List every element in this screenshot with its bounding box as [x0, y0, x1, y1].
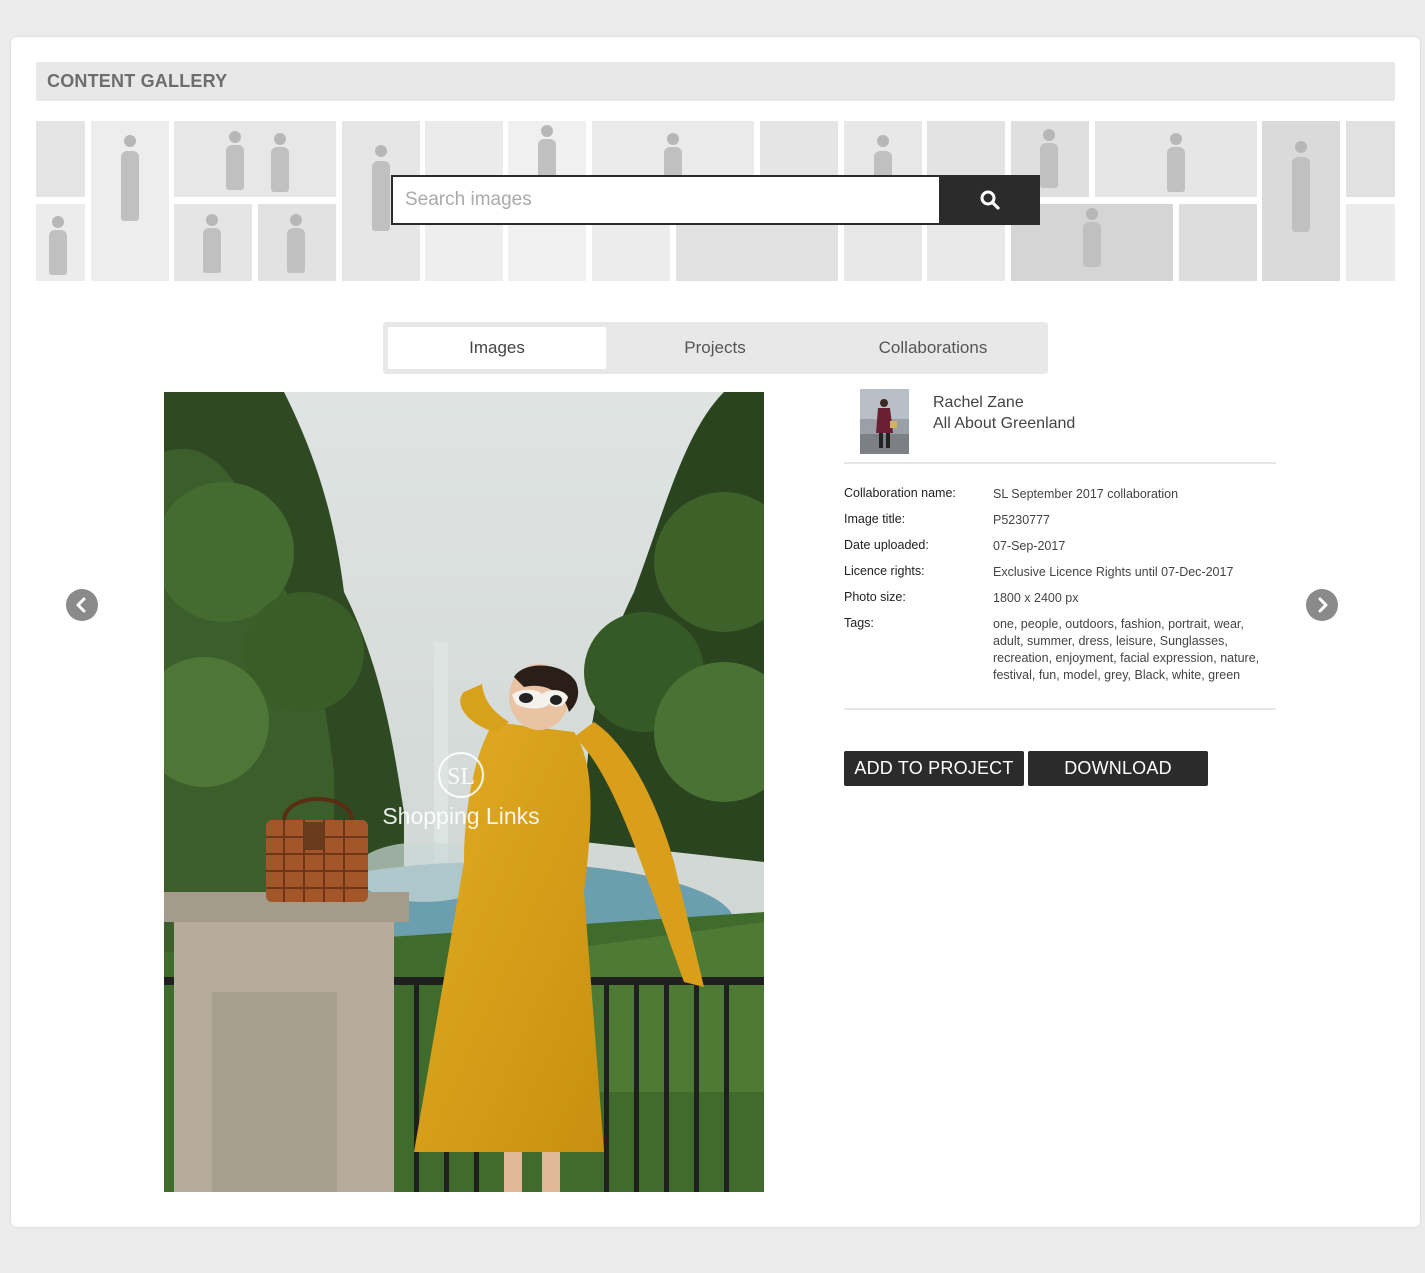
previous-image-button[interactable] [66, 589, 98, 621]
detail-value: SL September 2017 collaboration [993, 487, 1179, 501]
tab-collaborations[interactable]: Collaborations [824, 327, 1042, 369]
search-bar [391, 175, 1040, 225]
detail-row: Collaboration name: SL September 2017 co… [844, 486, 1276, 503]
chevron-left-icon [76, 597, 86, 613]
detail-row: Photo size: 1800 x 2400 px [844, 590, 1276, 607]
selected-photo[interactable]: SL Shopping Links [164, 392, 764, 1192]
author-info: Rachel Zane All About Greenland [933, 392, 1075, 434]
tab-images[interactable]: Images [388, 327, 606, 369]
detail-row: Tags: one, people, outdoors, fashion, po… [844, 616, 1276, 684]
chevron-right-icon [1318, 597, 1328, 613]
author-avatar[interactable] [860, 389, 909, 454]
detail-label: Collaboration name: [844, 486, 956, 500]
content-tabs: Images Projects Collaborations [383, 322, 1048, 374]
tab-projects[interactable]: Projects [606, 327, 824, 369]
detail-row: Image title: P5230777 [844, 512, 1276, 529]
detail-value-tags: one, people, outdoors, fashion, portrait… [993, 617, 1260, 682]
page-title: CONTENT GALLERY [47, 71, 228, 91]
search-input[interactable] [403, 188, 939, 212]
detail-value: 07-Sep-2017 [993, 539, 1066, 553]
detail-label: Tags: [844, 616, 874, 630]
gallery-header: CONTENT GALLERY [36, 62, 1395, 101]
detail-value: Exclusive Licence Rights until 07-Dec-20… [993, 565, 1234, 579]
divider-top [844, 462, 1276, 464]
watermark-logo: SL [447, 764, 475, 790]
detail-label: Image title: [844, 512, 906, 526]
download-button[interactable]: DOWNLOAD [1028, 751, 1208, 786]
detail-row: Date uploaded: 07-Sep-2017 [844, 538, 1276, 555]
author-blog[interactable]: All About Greenland [933, 413, 1075, 434]
search-box [391, 175, 939, 225]
detail-label: Photo size: [844, 590, 906, 604]
detail-value: 1800 x 2400 px [993, 591, 1079, 605]
search-icon [980, 190, 1000, 210]
search-button[interactable] [939, 175, 1040, 225]
divider-bottom [844, 708, 1276, 710]
image-details: Collaboration name: SL September 2017 co… [844, 486, 1276, 693]
next-image-button[interactable] [1306, 589, 1338, 621]
detail-value: P5230777 [993, 513, 1051, 527]
watermark-text: Shopping Links [382, 803, 539, 829]
detail-row: Licence rights: Exclusive Licence Rights… [844, 564, 1276, 581]
add-to-project-button[interactable]: ADD TO PROJECT [844, 751, 1024, 786]
detail-label: Licence rights: [844, 564, 925, 578]
author-name[interactable]: Rachel Zane [933, 392, 1075, 413]
photo-illustration: SL Shopping Links [164, 392, 764, 1192]
detail-label: Date uploaded: [844, 538, 929, 552]
